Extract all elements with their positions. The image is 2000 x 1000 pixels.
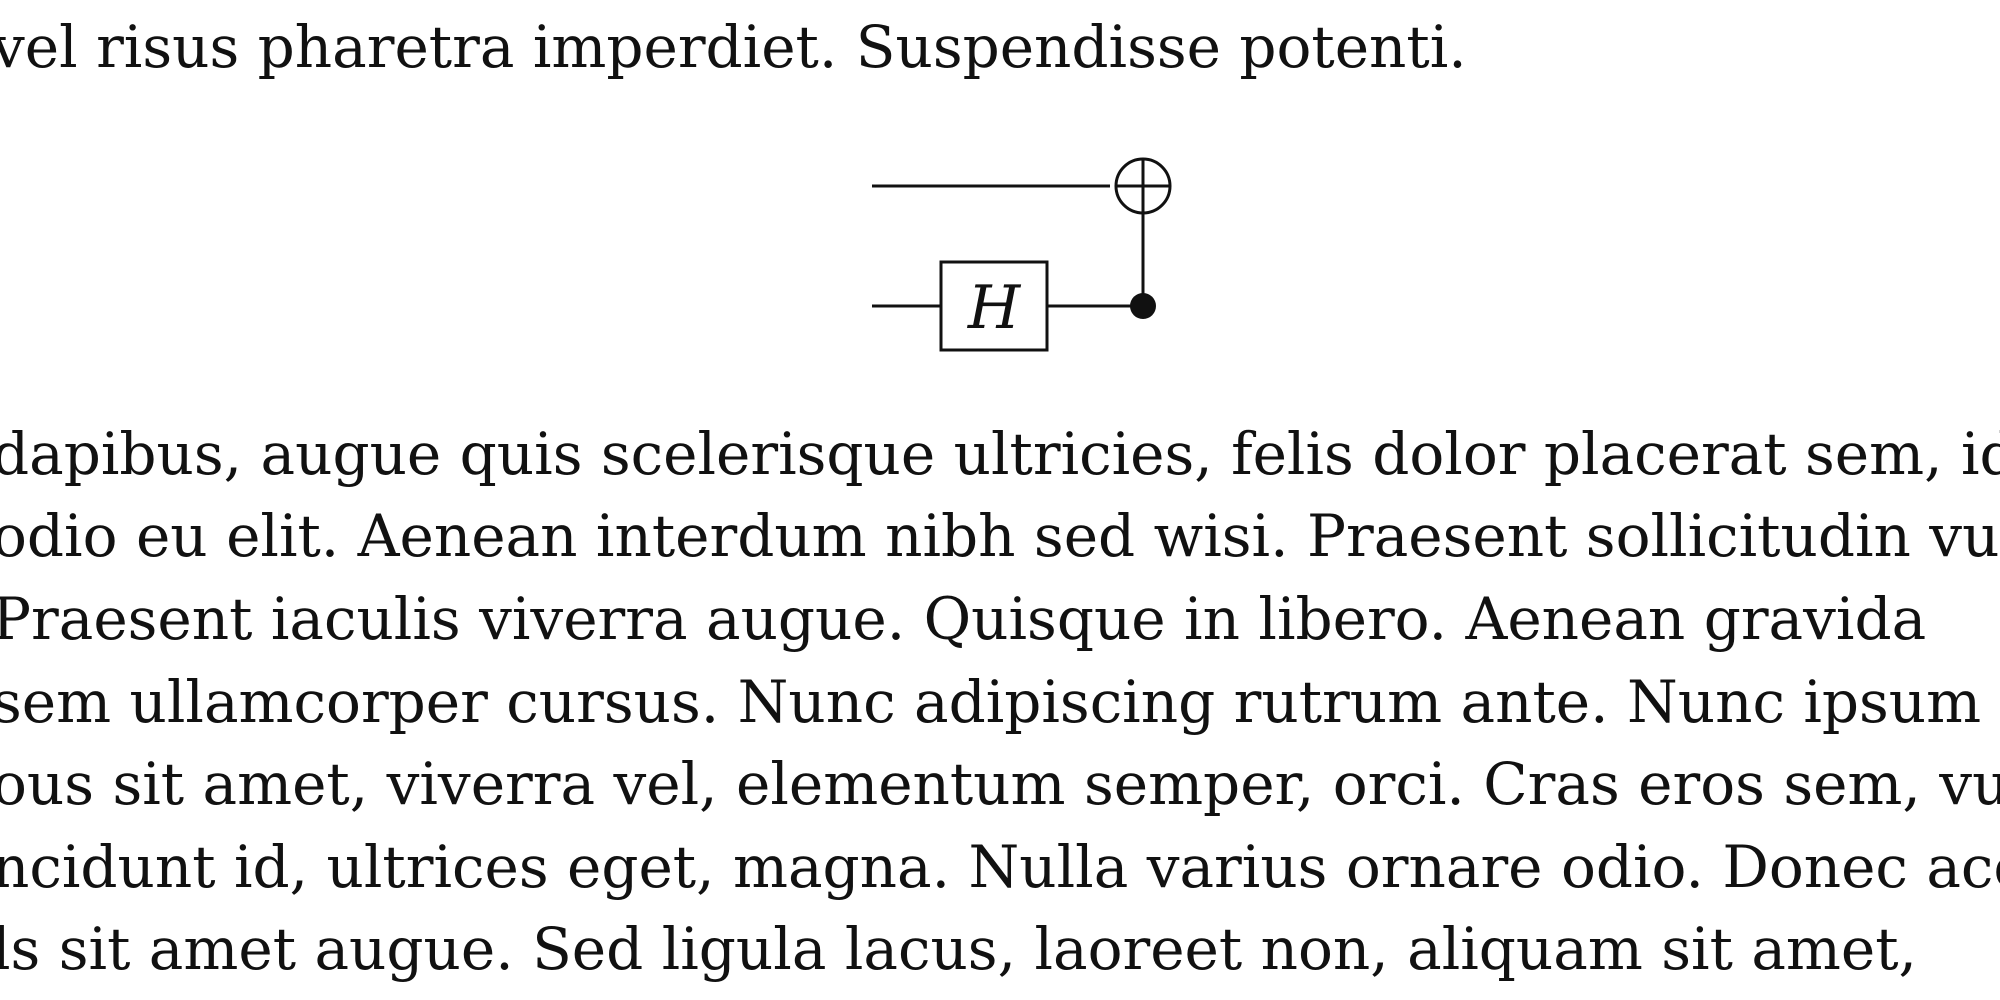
quantum-circuit-diagram: H	[872, 157, 1172, 352]
paragraph-line-7: ls sit amet augue. Sed ligula lacus, lao…	[0, 915, 1917, 983]
cnot-control-dot	[1130, 293, 1156, 319]
paragraph-line-1: dapibus, augue quis scelerisque ultricie…	[0, 420, 2000, 488]
paragraph-line-4: sem ullamcorper cursus. Nunc adipiscing …	[0, 668, 1982, 736]
hadamard-gate-label: H	[967, 273, 1022, 343]
text-line-top: vel risus pharetra imperdiet. Suspendiss…	[0, 13, 1467, 81]
paragraph-line-5: ous sit amet, viverra vel, elementum sem…	[0, 750, 2000, 818]
paragraph-line-2: odio eu elit. Aenean interdum nibh sed w…	[0, 502, 2000, 570]
paragraph-line-3: Praesent iaculis viverra augue. Quisque …	[0, 585, 1927, 653]
paragraph-line-6: ncidunt id, ultrices eget, magna. Nulla …	[0, 833, 2000, 901]
